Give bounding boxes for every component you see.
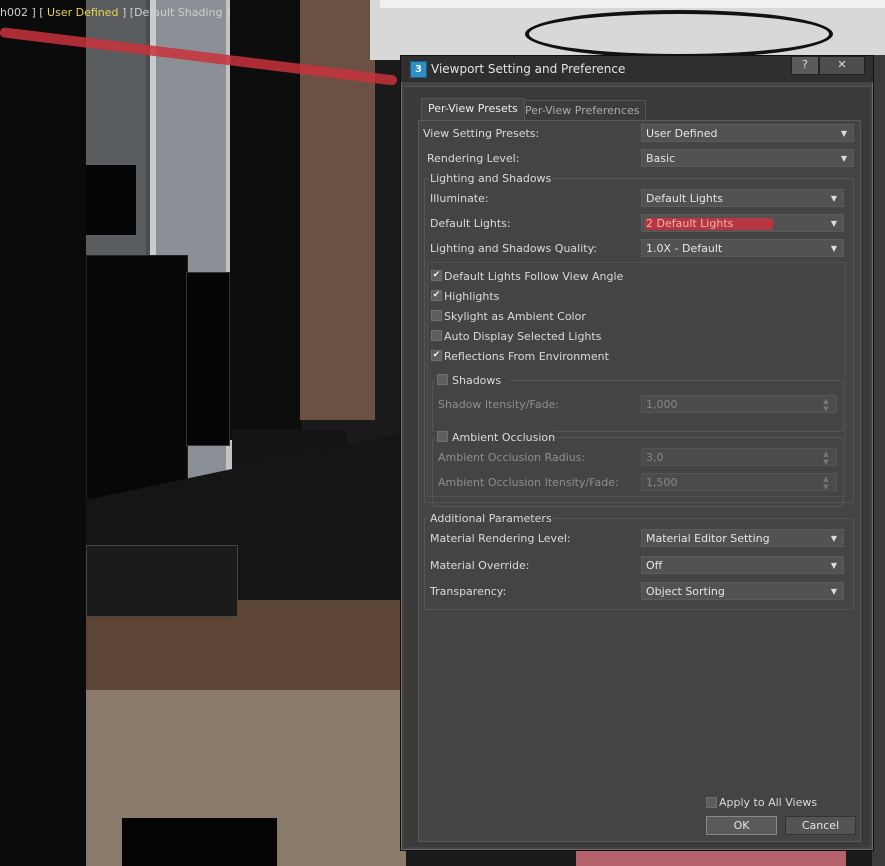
ambient-occlusion-checkbox[interactable] [437,431,448,442]
shadow-intensity-spinner[interactable]: 1,000 ▲▼ [641,395,837,413]
tab-per-view-presets[interactable]: Per-View Presets [421,98,525,121]
ambient-occlusion-header[interactable]: Ambient Occlusion [435,429,555,445]
illuminate-label: Illuminate: [430,192,489,205]
dialog-title: Viewport Setting and Preference [431,62,626,76]
ao-radius-label: Ambient Occlusion Radius: [438,451,586,464]
checkbox[interactable] [431,310,442,321]
material-override-dropdown[interactable]: Off ▼ [641,556,844,574]
checkbox-label[interactable]: Highlights [444,290,499,303]
ao-intensity-value: 1,500 [646,476,678,489]
ambient-occlusion-title[interactable]: Ambient Occlusion [452,431,555,444]
chevron-down-icon: ▼ [830,534,837,543]
material-rendering-level-dropdown[interactable]: Material Editor Setting ▼ [641,529,844,547]
material-rendering-level-label: Material Rendering Level: [430,532,571,545]
check-icon: ✔ [432,290,441,300]
quality-dropdown[interactable]: 1.0X - Default ▼ [641,239,844,257]
transparency-label: Transparency: [430,585,507,598]
presets-panel: View Setting Presets: User Defined ▼ Ren… [418,120,861,842]
spinner-icon: ▲▼ [822,450,830,466]
checkbox-label[interactable]: Auto Display Selected Lights [444,330,601,343]
tab-per-view-preferences[interactable]: Per-View Preferences [518,100,647,121]
quality-label: Lighting and Shadows Quality: [430,242,597,255]
spinner-icon: ▲▼ [822,397,830,413]
app-icon: 3 [410,61,427,78]
shadows-title[interactable]: Shadows [452,374,501,387]
transparency-value: Object Sorting [646,585,725,598]
check-icon: ✔ [432,270,441,280]
ao-radius-spinner[interactable]: 3,0 ▲▼ [641,448,837,466]
rendering-level-dropdown[interactable]: Basic ▼ [641,149,854,167]
dialog-body: Per-View Preferences Per-View Presets Vi… [404,86,870,847]
illuminate-dropdown[interactable]: Default Lights ▼ [641,189,844,207]
chevron-down-icon: ▼ [830,244,837,253]
material-rendering-level-value: Material Editor Setting [646,532,770,545]
chevron-down-icon: ▼ [830,219,837,228]
apply-all-views-checkbox[interactable] [706,797,717,808]
material-override-label: Material Override: [430,559,530,572]
checkbox[interactable]: ✔ [431,290,442,301]
close-icon: ✕ [837,58,847,71]
ok-button[interactable]: OK [706,816,777,835]
view-setting-presets-label: View Setting Presets: [423,127,540,140]
rendering-level-value: Basic [646,152,676,165]
default-lights-value: 2 Default Lights [646,217,734,230]
ao-radius-value: 3,0 [646,451,664,464]
view-setting-presets-dropdown[interactable]: User Defined ▼ [641,124,854,142]
apply-all-views-label[interactable]: Apply to All Views [719,796,817,809]
shadow-intensity-value: 1,000 [646,398,678,411]
quality-value: 1.0X - Default [646,242,723,255]
checkbox[interactable]: ✔ [431,270,442,281]
checkbox[interactable] [431,330,442,341]
ao-intensity-label: Ambient Occlusion Itensity/Fade: [438,476,619,489]
default-lights-dropdown[interactable]: 2 Default Lights ▼ [641,214,844,232]
view-setting-presets-value: User Defined [646,127,718,140]
viewport-label[interactable]: h002 ] [ User Defined ] [Default Shading… [0,6,230,19]
chevron-down-icon: ▼ [830,587,837,596]
chevron-down-icon: ▼ [830,194,837,203]
chevron-down-icon: ▼ [840,154,847,163]
viewport-settings-dialog: 3 Viewport Setting and Preference ? ✕ Pe… [400,55,874,851]
help-button[interactable]: ? [791,56,819,75]
transparency-dropdown[interactable]: Object Sorting ▼ [641,582,844,600]
default-lights-label: Default Lights: [430,217,511,230]
additional-parameters-title: Additional Parameters [429,512,553,525]
viewport-label-view[interactable]: User Defined [47,6,118,19]
viewport-label-prefix: h002 ] [ [0,6,48,19]
shadow-intensity-label: Shadow Itensity/Fade: [438,398,560,411]
lighting-shadows-title: Lighting and Shadows [429,172,553,185]
chevron-down-icon: ▼ [840,129,847,138]
shadows-header[interactable]: Shadows [435,372,509,388]
rendering-level-label: Rendering Level: [427,152,520,165]
material-override-value: Off [646,559,663,572]
checkbox-label[interactable]: Default Lights Follow View Angle [444,270,623,283]
illuminate-value: Default Lights [646,192,723,205]
checkbox-label[interactable]: Reflections From Environment [444,350,609,363]
close-button[interactable]: ✕ [819,56,865,75]
title-bar[interactable]: 3 Viewport Setting and Preference ? ✕ [401,56,873,82]
viewport-label-shading[interactable]: ] [Default Shading ] [119,6,230,19]
chevron-down-icon: ▼ [830,561,837,570]
ao-intensity-spinner[interactable]: 1,500 ▲▼ [641,473,837,491]
check-icon: ✔ [432,350,441,360]
spinner-icon: ▲▼ [822,475,830,491]
shadows-checkbox[interactable] [437,374,448,385]
checkbox-label[interactable]: Skylight as Ambient Color [444,310,586,323]
checkbox[interactable]: ✔ [431,350,442,361]
cancel-button[interactable]: Cancel [785,816,856,835]
